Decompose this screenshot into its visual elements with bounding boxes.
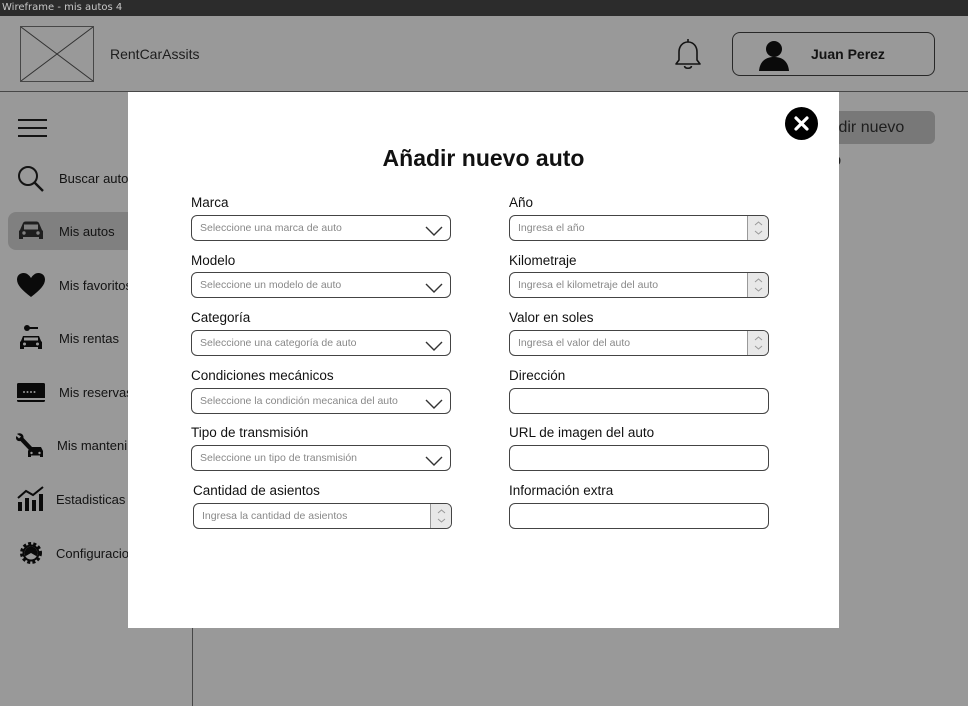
extra-info-input[interactable] (509, 503, 769, 529)
transmission-select[interactable]: Seleccione un tipo de transmisión (191, 445, 451, 471)
mileage-input[interactable]: Ingresa el kilometraje del auto (509, 272, 769, 298)
chevron-down-icon (424, 395, 444, 409)
address-input[interactable] (509, 388, 769, 414)
number-stepper[interactable] (747, 331, 768, 355)
brand-select-placeholder: Seleccione una marca de auto (200, 222, 342, 234)
mileage-label: Kilometraje (509, 253, 577, 268)
category-select[interactable]: Seleccione una categoría de auto (191, 330, 451, 356)
mechanical-condition-select-placeholder: Seleccione la condición mecanica del aut… (200, 395, 398, 407)
brand-select[interactable]: Seleccione una marca de auto (191, 215, 451, 241)
model-select[interactable]: Seleccione un modelo de auto (191, 272, 451, 298)
mechanical-condition-label: Condiciones mecánicos (191, 368, 334, 383)
app-frame: RentCarAssits Juan Perez Buscar autos Mi… (0, 16, 968, 706)
seats-input[interactable]: Ingresa la cantidad de asientos (193, 503, 452, 529)
category-select-placeholder: Seleccione una categoría de auto (200, 337, 357, 349)
chevron-down-icon (424, 452, 444, 466)
mechanical-condition-select[interactable]: Seleccione la condición mecanica del aut… (191, 388, 451, 414)
mileage-input-placeholder: Ingresa el kilometraje del auto (518, 279, 659, 291)
number-stepper[interactable] (747, 216, 768, 240)
image-url-input[interactable] (509, 445, 769, 471)
transmission-label: Tipo de transmisión (191, 425, 309, 440)
number-stepper[interactable] (430, 504, 451, 528)
seats-label: Cantidad de asientos (193, 483, 320, 498)
price-input-placeholder: Ingresa el valor del auto (518, 337, 631, 349)
modal-title: Añadir nuevo auto (382, 145, 585, 171)
address-label: Dirección (509, 368, 566, 383)
year-input[interactable]: Ingresa el año (509, 215, 769, 241)
chevron-down-icon (424, 337, 444, 351)
image-url-label: URL de imagen del auto (509, 425, 655, 440)
close-icon[interactable] (785, 107, 818, 140)
number-stepper[interactable] (747, 273, 768, 297)
brand-label: Marca (191, 195, 229, 210)
extra-info-label: Información extra (509, 483, 614, 498)
window-title: Wireframe - mis autos 4 (0, 0, 968, 16)
category-label: Categoría (191, 310, 251, 325)
model-select-placeholder: Seleccione un modelo de auto (200, 279, 342, 291)
seats-input-placeholder: Ingresa la cantidad de asientos (202, 510, 348, 522)
price-input[interactable]: Ingresa el valor del auto (509, 330, 769, 356)
year-input-placeholder: Ingresa el año (518, 222, 585, 234)
chevron-down-icon (424, 222, 444, 236)
transmission-select-placeholder: Seleccione un tipo de transmisión (200, 452, 358, 464)
add-car-modal: Añadir nuevo auto Marca Seleccione una m… (128, 92, 839, 628)
chevron-down-icon (424, 279, 444, 293)
price-label: Valor en soles (509, 310, 594, 325)
model-label: Modelo (191, 253, 236, 268)
year-label: Año (509, 195, 534, 210)
